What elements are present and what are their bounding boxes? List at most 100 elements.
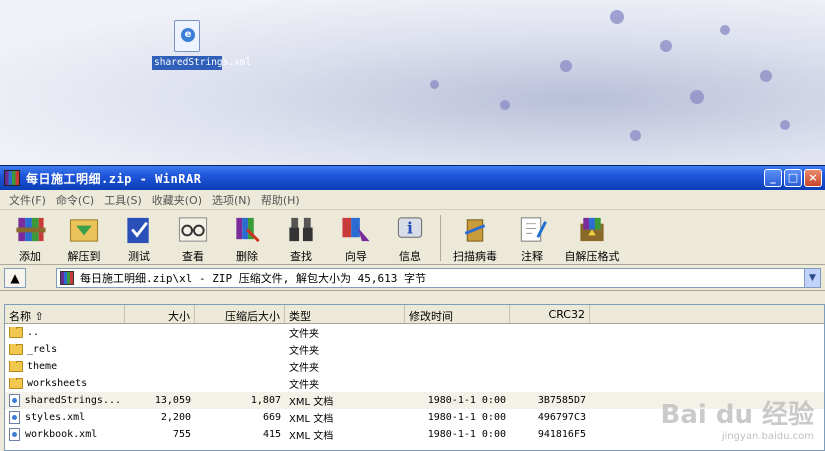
menu-commands[interactable]: 命令(C) xyxy=(51,192,99,208)
folder-icon xyxy=(9,361,23,372)
extract-to-button[interactable]: 解压到 xyxy=(56,212,112,264)
chevron-down-icon[interactable]: ▼ xyxy=(804,268,820,287)
column-name[interactable]: 名称 ⇧ xyxy=(5,305,125,323)
desktop-wallpaper: sharedStrings.xml xyxy=(0,0,825,165)
delete-button[interactable]: 删除 xyxy=(220,212,274,264)
scan-virus-button[interactable]: 扫描病毒 xyxy=(445,212,505,264)
column-type[interactable]: 类型 xyxy=(285,305,405,323)
folder-icon xyxy=(9,344,23,355)
item-name: worksheets xyxy=(27,378,88,389)
test-check-icon xyxy=(127,217,149,244)
find-label: 查找 xyxy=(290,250,312,263)
item-size: 755 xyxy=(172,429,191,440)
svg-text:i: i xyxy=(407,218,413,237)
menu-options[interactable]: 选项(N) xyxy=(207,192,256,208)
item-size: 2,200 xyxy=(160,412,191,423)
item-type: 文件夹 xyxy=(289,329,319,340)
item-crc: 3B7585D7 xyxy=(537,395,586,406)
close-button[interactable]: × xyxy=(804,169,822,187)
title-bar[interactable]: 每日施工明细.zip - WinRAR _ □ × xyxy=(0,166,825,190)
baidu-watermark: Bai du 经验 jingyan.baidu.com xyxy=(661,394,815,442)
item-crc: 941816F5 xyxy=(537,429,586,440)
column-crc32[interactable]: CRC32 xyxy=(510,305,590,323)
item-type: 文件夹 xyxy=(289,363,319,374)
list-item[interactable]: _rels 文件夹 xyxy=(5,341,824,358)
sfx-box-icon xyxy=(580,217,604,242)
list-header: 名称 ⇧ 大小 压缩后大小 类型 修改时间 CRC32 xyxy=(5,305,824,324)
window-title: 每日施工明细.zip - WinRAR xyxy=(26,171,202,186)
item-type: XML 文档 xyxy=(289,414,334,425)
menu-bar: 文件(F) 命令(C) 工具(S) 收藏夹(O) 选项(N) 帮助(H) xyxy=(0,190,825,210)
wizard-button[interactable]: 向导 xyxy=(328,212,384,264)
sort-up-icon: ⇧ xyxy=(34,310,44,323)
wallpaper-flower xyxy=(720,25,730,35)
extract-folder-icon xyxy=(69,219,99,242)
view-glasses-icon xyxy=(178,217,208,242)
column-modified[interactable]: 修改时间 xyxy=(405,305,510,323)
wallpaper-flower xyxy=(660,40,672,52)
folder-icon xyxy=(9,327,23,338)
info-label: 信息 xyxy=(399,250,421,263)
desktop-file-shared-strings[interactable]: sharedStrings.xml xyxy=(152,20,252,70)
xml-file-icon xyxy=(9,394,20,407)
item-name: workbook.xml xyxy=(25,429,98,440)
list-item[interactable]: theme 文件夹 xyxy=(5,358,824,375)
delete-icon xyxy=(236,217,260,243)
column-packed[interactable]: 压缩后大小 xyxy=(195,305,285,323)
list-item[interactable]: worksheets 文件夹 xyxy=(5,375,824,392)
menu-favorites[interactable]: 收藏夹(O) xyxy=(147,192,207,208)
extract-to-label: 解压到 xyxy=(67,250,101,263)
path-dropdown[interactable]: 每日施工明细.zip\xl - ZIP 压缩文件, 解包大小为 45,613 字… xyxy=(56,267,821,288)
item-type: XML 文档 xyxy=(289,397,334,408)
comment-button[interactable]: 注释 xyxy=(505,212,559,264)
sfx-label: 自解压格式 xyxy=(564,250,620,263)
item-name: sharedStrings... xyxy=(24,395,121,406)
wallpaper-flower xyxy=(610,10,624,24)
comment-label: 注释 xyxy=(521,250,543,263)
test-label: 测试 xyxy=(128,250,150,263)
item-date: 1980-1-1 0:00 xyxy=(427,412,506,423)
info-icon: i xyxy=(397,217,423,238)
up-folder-button[interactable]: ▲ xyxy=(4,267,26,288)
watermark-main: Bai du 经验 xyxy=(660,400,815,430)
path-text: 每日施工明细.zip\xl - ZIP 压缩文件, 解包大小为 45,613 字… xyxy=(80,271,426,285)
item-name: styles.xml xyxy=(25,412,86,423)
column-size[interactable]: 大小 xyxy=(125,305,195,323)
add-label: 添加 xyxy=(19,250,41,263)
menu-file[interactable]: 文件(F) xyxy=(4,192,51,208)
item-packed: 669 xyxy=(262,412,281,423)
binoculars-icon xyxy=(289,217,313,242)
item-name: theme xyxy=(27,361,58,372)
add-button[interactable]: 添加 xyxy=(4,212,56,264)
desktop-icon-label: sharedStrings.xml xyxy=(152,56,252,70)
add-books-icon xyxy=(16,217,46,242)
up-arrow-icon: ▲ xyxy=(10,270,20,285)
window-controls: _ □ × xyxy=(764,169,825,187)
toolbar-separator xyxy=(440,215,441,261)
virus-scan-icon xyxy=(464,219,486,242)
item-size: 13,059 xyxy=(154,395,191,406)
toolbar: 添加 解压到 测试 查看 删除 查找 向导 i 信息 扫描病毒 注释 自解压格式 xyxy=(0,210,825,265)
comment-pen-icon xyxy=(520,217,547,242)
menu-tools[interactable]: 工具(S) xyxy=(99,192,147,208)
item-name: .. xyxy=(27,327,40,338)
test-button[interactable]: 测试 xyxy=(112,212,166,264)
menu-help[interactable]: 帮助(H) xyxy=(256,192,305,208)
list-item[interactable]: .. 文件夹 xyxy=(5,324,824,341)
wallpaper-flower xyxy=(560,60,572,72)
item-packed: 1,807 xyxy=(250,395,281,406)
sfx-button[interactable]: 自解压格式 xyxy=(559,212,625,264)
maximize-button[interactable]: □ xyxy=(784,169,802,187)
wallpaper-flower xyxy=(430,80,439,89)
wizard-icon xyxy=(342,217,370,242)
find-button[interactable]: 查找 xyxy=(274,212,328,264)
info-button[interactable]: i 信息 xyxy=(384,212,436,264)
item-date: 1980-1-1 0:00 xyxy=(427,429,506,440)
archive-icon xyxy=(60,270,74,285)
item-type: 文件夹 xyxy=(289,380,319,391)
minimize-button[interactable]: _ xyxy=(764,169,782,187)
view-button[interactable]: 查看 xyxy=(166,212,220,264)
wizard-label: 向导 xyxy=(345,250,367,263)
winrar-app-icon xyxy=(4,170,20,186)
item-date: 1980-1-1 0:00 xyxy=(427,395,506,406)
